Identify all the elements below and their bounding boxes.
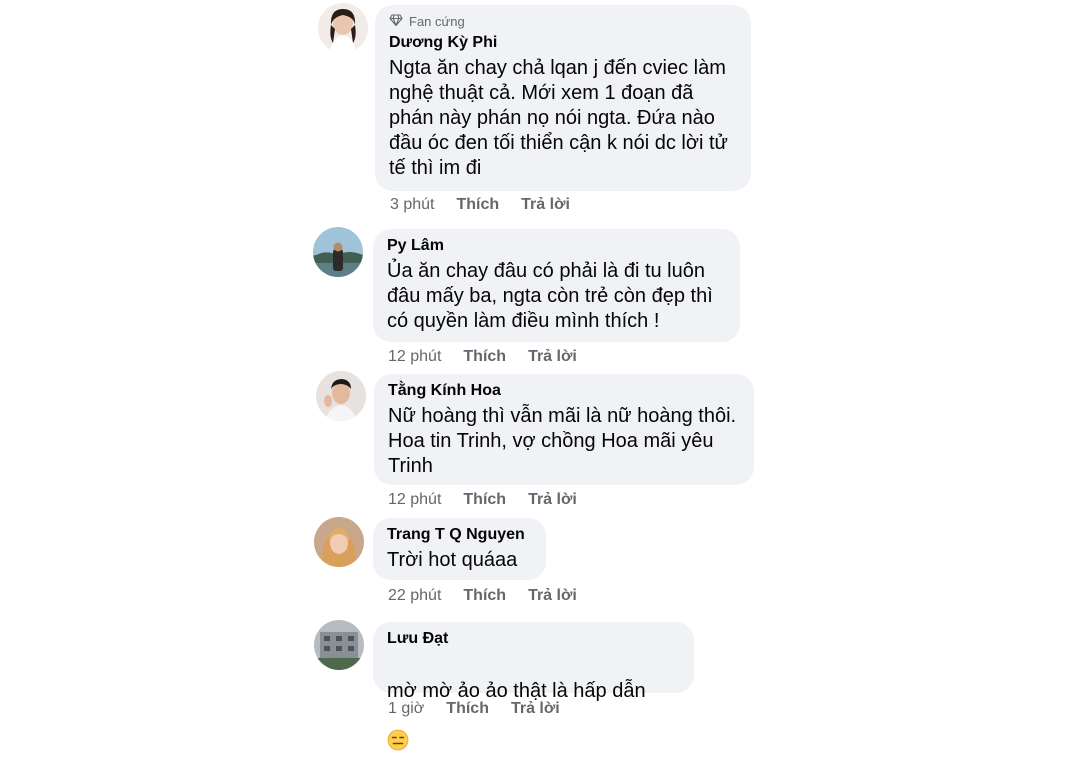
like-button[interactable]: Thích	[463, 348, 506, 366]
avatar[interactable]	[314, 517, 364, 567]
comment-bubble: Py Lâm Ủa ăn chay đâu có phải là đi tu l…	[373, 229, 740, 342]
fan-badge: Fan cứng	[389, 13, 737, 30]
avatar[interactable]	[316, 371, 366, 421]
comment-author[interactable]: Dương Kỳ Phi	[389, 34, 737, 52]
reply-button[interactable]: Trả lời	[521, 196, 570, 214]
comment-timestamp[interactable]: 22 phút	[388, 587, 441, 605]
reply-button[interactable]: Trả lời	[511, 700, 560, 718]
like-button[interactable]: Thích	[446, 700, 489, 718]
comment-timestamp[interactable]: 12 phút	[388, 491, 441, 509]
badge-label: Fan cứng	[409, 14, 465, 29]
avatar[interactable]	[318, 3, 368, 53]
comment-author[interactable]: Py Lâm	[387, 237, 726, 255]
comment-bubble: Fan cứng Dương Kỳ Phi Ngta ăn chay chả l…	[375, 5, 751, 191]
comment-text-content: mờ mờ ảo ảo thật là hấp dẫn	[387, 680, 646, 702]
comment-timestamp[interactable]: 1 giờ	[388, 700, 424, 718]
comment-author[interactable]: Tằng Kính Hoa	[388, 382, 740, 400]
comment-bubble: Tằng Kính Hoa Nữ hoàng thì vẫn mãi là nữ…	[374, 374, 754, 485]
avatar[interactable]	[314, 620, 364, 670]
comment-timestamp[interactable]: 3 phút	[390, 196, 434, 214]
like-button[interactable]: Thích	[463, 587, 506, 605]
comment-actions: 12 phút Thích Trả lời	[388, 491, 577, 509]
comment-actions: 22 phút Thích Trả lời	[388, 587, 577, 605]
diamond-icon	[389, 13, 403, 30]
reply-button[interactable]: Trả lời	[528, 491, 577, 509]
comment-text: Ủa ăn chay đâu có phải là đi tu luôn đâu…	[387, 260, 713, 332]
avatar[interactable]	[313, 227, 363, 277]
comment-actions: 1 giờ Thích Trả lời	[388, 700, 560, 718]
comment-actions: 12 phút Thích Trả lời	[388, 348, 577, 366]
comment-author[interactable]: Trang T Q Nguyen	[387, 526, 532, 544]
comment-author[interactable]: Lưu Đạt	[387, 630, 680, 648]
comment-actions: 3 phút Thích Trả lời	[390, 196, 570, 214]
comment-bubble: Lưu Đạt mờ mờ ảo ảo thật là hấp dẫn	[373, 622, 694, 751]
comment-timestamp[interactable]: 12 phút	[388, 348, 441, 366]
comment-bubble: Trang T Q Nguyen Trời hot quáaa	[373, 518, 546, 580]
reply-button[interactable]: Trả lời	[528, 348, 577, 366]
comment-text: Trời hot quáaa	[387, 549, 518, 571]
comment-text: Ngta ăn chay chả lqan j đến cviec làm ng…	[389, 57, 728, 179]
like-button[interactable]: Thích	[463, 491, 506, 509]
like-button[interactable]: Thích	[456, 196, 499, 214]
reply-button[interactable]: Trả lời	[528, 587, 577, 605]
comment-text: Nữ hoàng thì vẫn mãi là nữ hoàng thôi. H…	[388, 405, 737, 477]
